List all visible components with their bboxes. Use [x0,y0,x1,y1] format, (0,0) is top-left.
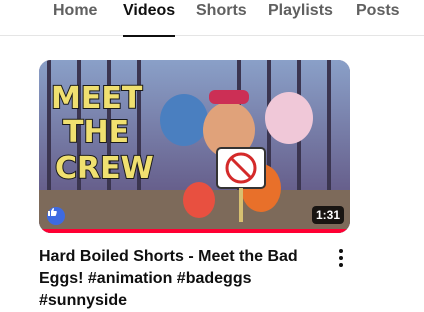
thumbnail-text-crew: CREW [55,151,154,186]
thumbnail-artwork: MEET THE CREW [39,60,350,233]
tab-playlists[interactable]: Playlists [268,1,333,36]
watch-progress-fill [39,229,350,233]
menu-dot [339,263,343,267]
menu-dot [339,249,343,253]
thumbnail-text-the: THE [63,115,129,150]
tab-videos[interactable]: Videos [123,1,176,37]
more-vert-icon[interactable] [332,246,350,270]
tab-home[interactable]: Home [53,1,97,36]
tab-posts[interactable]: Posts [356,1,400,36]
channel-tab-bar: Home Videos Shorts Playlists Posts [0,0,424,37]
menu-dot [339,256,343,260]
tab-shorts[interactable]: Shorts [196,1,247,36]
video-thumbnail[interactable]: MEET THE CREW 1:31 [39,60,350,233]
video-duration-badge: 1:31 [311,206,344,224]
watch-progress-bar [39,229,350,233]
video-title[interactable]: Hard Boiled Shorts - Meet the Bad Eggs! … [39,246,335,312]
thumbs-up-icon [47,207,65,225]
thumbnail-text-meet: MEET [51,81,143,116]
